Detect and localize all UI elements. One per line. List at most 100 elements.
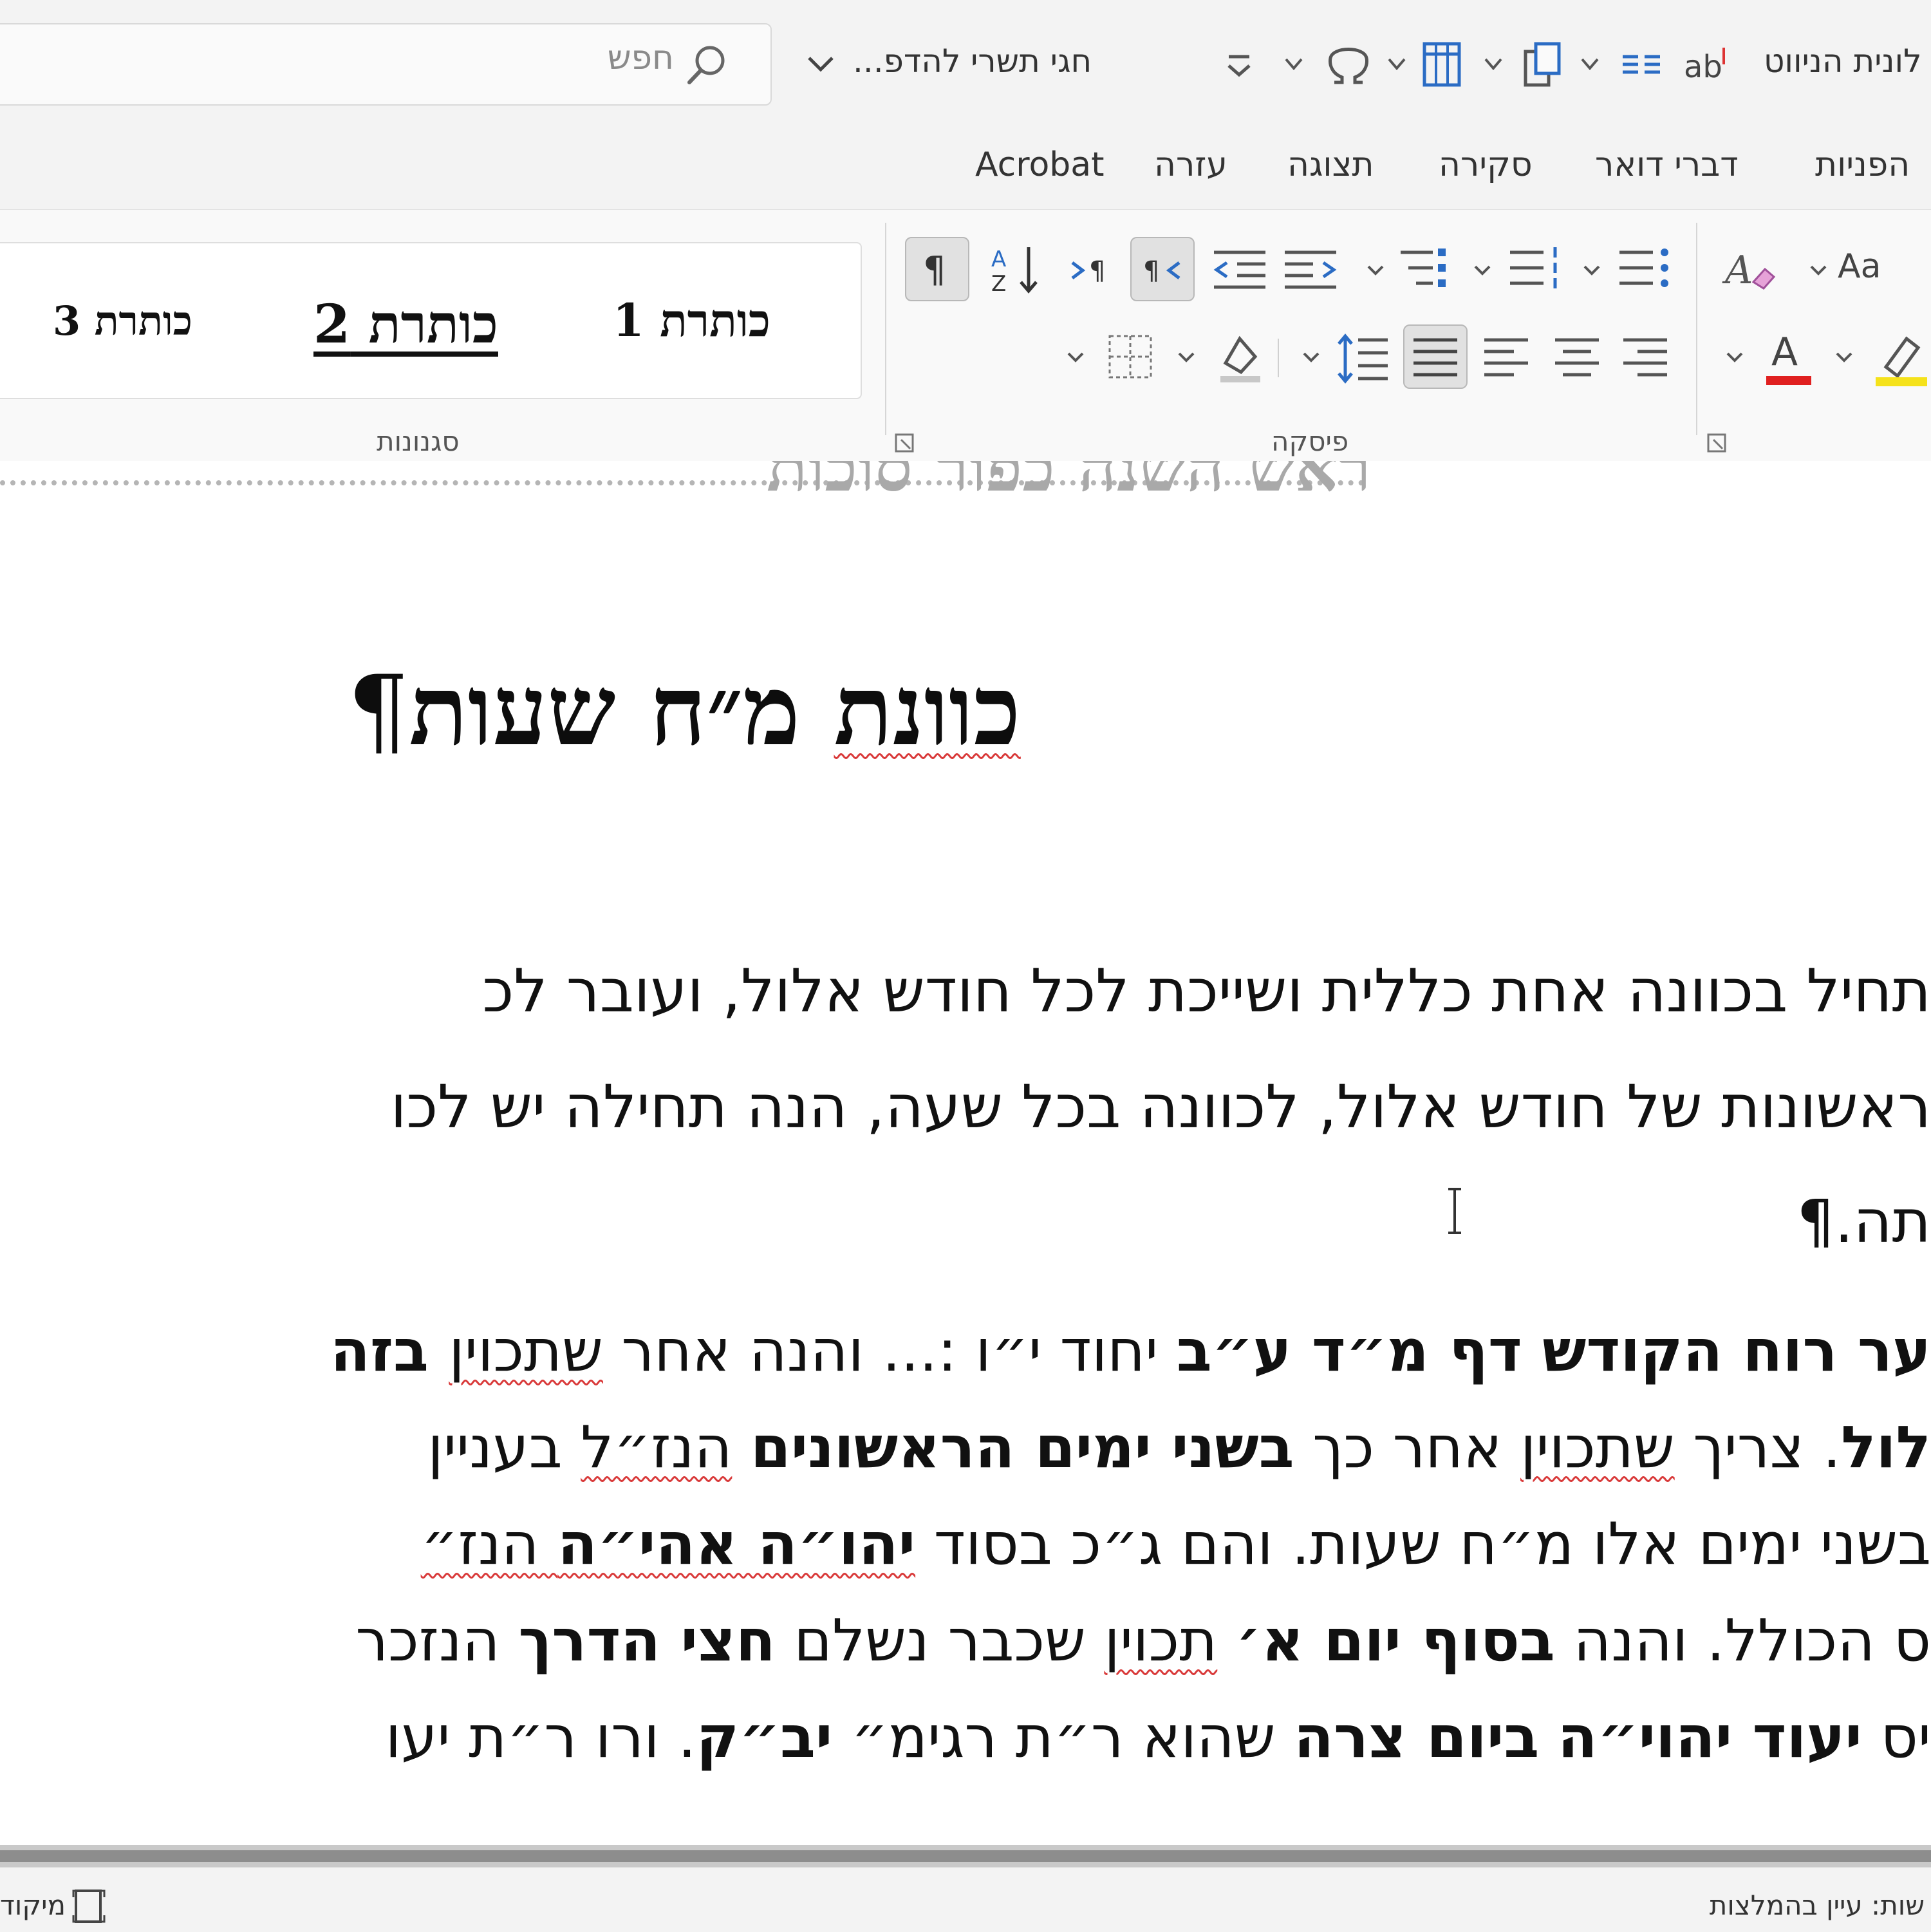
accessibility-status[interactable]: שות: עיין בהמלצות [1710, 1890, 1925, 1921]
ribbon-tabs: Acrobat עזרה תצוגה סקירה דברי דואר הפניו… [0, 129, 1931, 206]
chevron-down-icon[interactable] [1301, 347, 1321, 366]
dialog-launcher-icon[interactable] [893, 432, 915, 454]
numbered-list-icon[interactable] [1504, 237, 1568, 301]
paragraph-2-line-3: בשני ימים אלו מ״ח שעות. והם ג״כ בסוד יהו… [421, 1510, 1931, 1578]
search-box[interactable]: חפש [0, 23, 772, 106]
document-title[interactable]: חגי תשרי להדפ... [853, 42, 1092, 80]
chevron-down-icon[interactable] [1725, 347, 1744, 366]
text-run: בעניין [427, 1414, 581, 1481]
align-right-icon[interactable] [1613, 324, 1677, 389]
table-icon[interactable] [1419, 39, 1464, 90]
tab-acrobat[interactable]: Acrobat [975, 145, 1105, 184]
justify-button[interactable] [1403, 324, 1468, 389]
change-case-button[interactable]: Aa [1838, 247, 1881, 286]
increase-indent-icon[interactable] [1278, 237, 1343, 301]
sort-icon[interactable]: A Z [982, 237, 1047, 301]
page-header: ראש השנה כפור סוכות [0, 461, 1371, 509]
borders-icon[interactable] [1098, 324, 1162, 389]
align-left-icon[interactable] [1474, 324, 1538, 389]
chevron-down-icon[interactable] [1281, 39, 1307, 90]
text-run: שכבר נשלם [775, 1607, 1105, 1674]
spelling-error-word: תכוין [1104, 1607, 1218, 1674]
paragraph-1-line-1: תחיל בכוונה אחת כללית ושייכת לכל חודש אל… [482, 957, 1931, 1026]
focus-mode-label[interactable]: מיקוד [0, 1890, 66, 1921]
text-box-icon[interactable]: ab [1680, 39, 1731, 90]
decrease-indent-icon[interactable] [1208, 237, 1272, 301]
multilevel-list-icon[interactable] [1394, 237, 1459, 301]
horizontal-scrollbar[interactable] [0, 1845, 1931, 1867]
chevron-down-icon[interactable] [1582, 260, 1601, 279]
text-cursor-icon [1448, 1188, 1461, 1234]
text-run [732, 1414, 751, 1481]
chevron-down-icon[interactable] [1480, 39, 1506, 90]
ltr-direction-icon[interactable]: ¶ [1059, 237, 1124, 301]
focus-mode-icon[interactable] [70, 1887, 108, 1926]
highlight-icon[interactable] [1867, 324, 1931, 389]
svg-text:A: A [1722, 248, 1753, 293]
chevron-down-icon[interactable] [801, 45, 840, 84]
chevron-down-icon[interactable] [1834, 347, 1854, 366]
spelling-error-word: הנז״ [420, 1510, 558, 1578]
paste-page-icon[interactable] [1519, 39, 1564, 90]
bullet-list-icon[interactable] [1613, 237, 1677, 301]
text-run: שהוא ר״ת רגימ״ [832, 1703, 1294, 1771]
customize-qat-icon[interactable] [1220, 39, 1258, 90]
tab-review[interactable]: סקירה [1439, 145, 1533, 184]
dialog-launcher-icon[interactable] [1706, 432, 1728, 454]
bold-text-run: בסוף יום א׳ [1235, 1607, 1555, 1674]
group-divider [885, 223, 886, 435]
separator [1278, 339, 1279, 377]
columns-icon[interactable] [1619, 39, 1664, 90]
tab-references[interactable]: הפניות [1815, 145, 1910, 184]
text-run: . צריך [1674, 1414, 1842, 1481]
spelling-error-word: הנז״ל [581, 1414, 732, 1481]
paragraph-1-line-3: תה.¶ [1796, 1187, 1931, 1256]
style-heading-2[interactable]: כותרת 2 [313, 294, 498, 355]
omega-symbol-icon[interactable] [1323, 39, 1374, 90]
rtl-direction-button[interactable]: ¶ [1130, 237, 1195, 301]
tab-view[interactable]: תצוגה [1287, 145, 1374, 184]
tab-help[interactable]: עזרה [1154, 145, 1227, 184]
svg-text:¶: ¶ [923, 249, 946, 291]
spelling-error-word: שתכוין [1520, 1414, 1675, 1481]
document-heading[interactable]: כוונת מ״ח שעות¶ [348, 654, 1021, 767]
chevron-down-icon[interactable] [1177, 347, 1196, 366]
tab-mailings[interactable]: דברי דואר [1595, 145, 1739, 184]
align-center-icon[interactable] [1545, 324, 1609, 389]
document-canvas[interactable]: ראש השנה כפור סוכות כוונת מ״ח שעות¶ תחיל… [0, 461, 1931, 1845]
status-bar: מיקוד שות: עיין בהמלצות [0, 1867, 1931, 1932]
header-text: ראש השנה כפור סוכות [767, 461, 1371, 507]
chevron-down-icon[interactable] [1473, 260, 1492, 279]
style-heading-1[interactable]: כותרת 1 [613, 294, 770, 348]
bold-text-run: יעוד יהוי״ה [1557, 1703, 1862, 1771]
bold-source-ref: ער רוח הקודש דף מ״ד ע״ב [1176, 1317, 1931, 1385]
text-run: בשני ימים אלו מ״ח שעות. והם ג״כ בסוד [915, 1510, 1931, 1578]
navigation-pane-toggle[interactable]: לונית הניווט [1764, 42, 1922, 80]
chevron-down-icon[interactable] [1066, 347, 1085, 366]
chevron-down-icon[interactable] [1577, 39, 1603, 90]
quick-access-bar: חפש חגי תשרי להדפ... ab לונית הניווט [0, 0, 1931, 129]
paragraph-2-line-5: יס יעוד יהוי״ה ביום צרה שהוא ר״ת רגימ״ י… [386, 1703, 1931, 1771]
svg-text:A: A [991, 247, 1006, 272]
scrollbar-thumb[interactable] [0, 1850, 1931, 1862]
bold-text-run: בשני ימים הראשונים [750, 1414, 1294, 1481]
shading-icon[interactable] [1208, 324, 1272, 389]
paragraph-2-line-4: ס הכולל. והנה בסוף יום א׳ תכוין שכבר נשל… [355, 1607, 1931, 1674]
bold-text-run: לול [1841, 1414, 1931, 1481]
chevron-down-icon[interactable] [1809, 260, 1828, 279]
text-run: הנזכר [355, 1607, 519, 1674]
justify-icon [1413, 338, 1457, 377]
heading-rest: מ״ח שעות [409, 654, 834, 767]
font-color-button[interactable]: A [1757, 324, 1822, 389]
text-run: ס הכולל. והנה [1554, 1607, 1931, 1674]
line-spacing-icon[interactable] [1330, 324, 1394, 389]
chevron-down-icon[interactable] [1384, 39, 1410, 90]
clear-formatting-icon[interactable]: A [1719, 237, 1783, 301]
show-hide-marks-button[interactable]: ¶ [905, 237, 969, 301]
chevron-down-icon[interactable] [1366, 260, 1385, 279]
search-input[interactable]: חפש [608, 39, 674, 77]
style-heading-3[interactable]: כותרת 3 [53, 297, 192, 345]
svg-text:¶: ¶ [1089, 256, 1105, 286]
paragraph-1-line-2: ראשונות של חודש אלול, לכוונה בכל שעה, הנ… [390, 1073, 1931, 1141]
search-icon[interactable] [680, 40, 732, 91]
